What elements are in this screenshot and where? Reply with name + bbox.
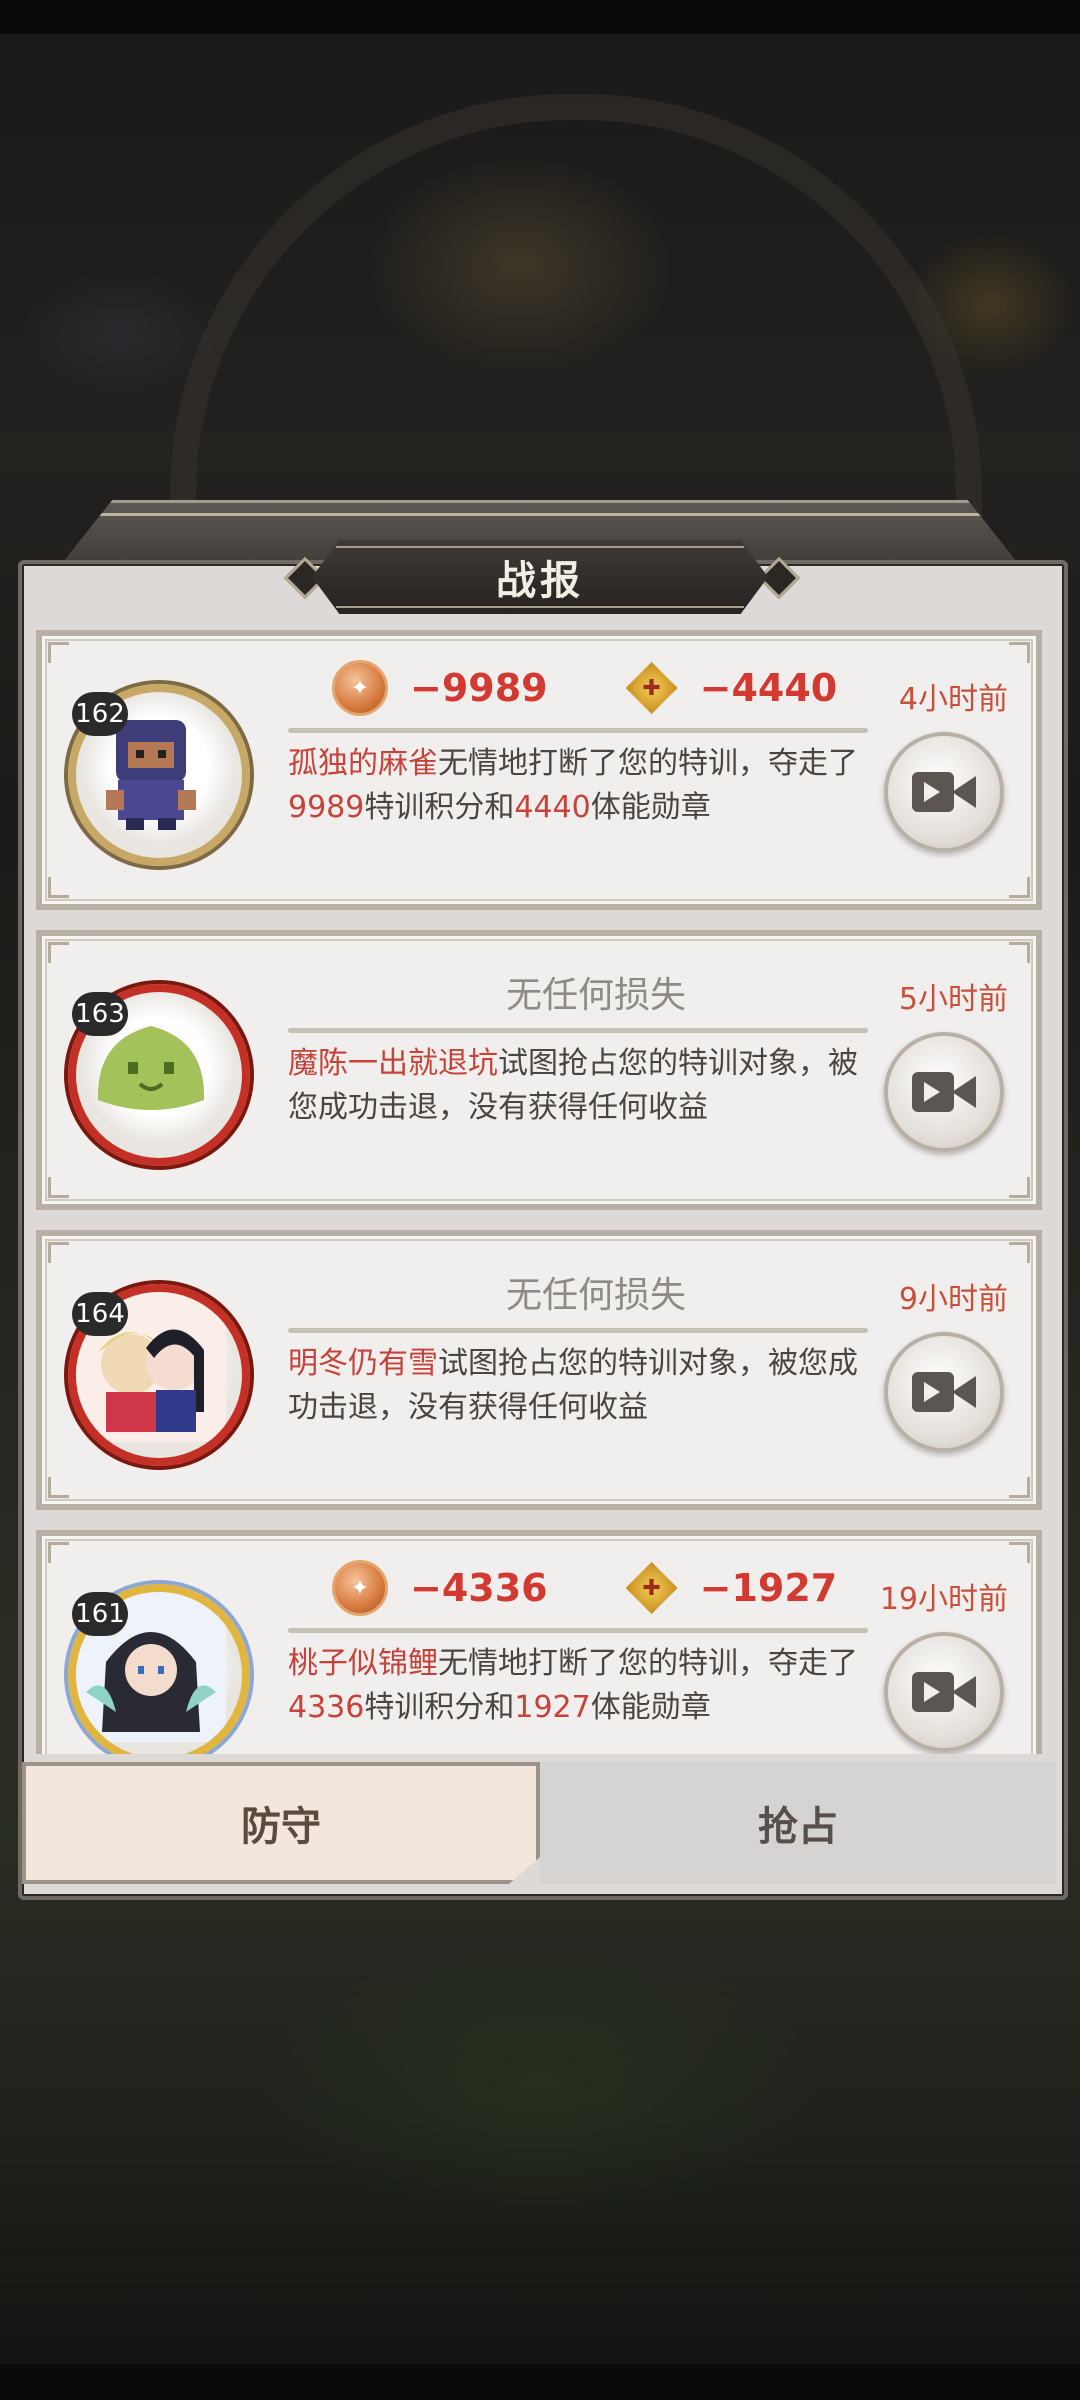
report-description: 孤独的麻雀无情地打断了您的特训，夺走了9989特训积分和4440体能勋章 <box>288 746 858 825</box>
tab-defend[interactable]: 防守 <box>22 1762 540 1884</box>
video-replay-icon <box>912 1672 976 1712</box>
report-time: 19小时前 <box>879 1582 1008 1617</box>
dialog-title-plate: 战报 <box>312 540 768 614</box>
loss-stats: ✦ −4336 ✚ −1927 <box>332 1558 837 1618</box>
report-time: 4小时前 <box>898 682 1008 717</box>
navigation-bar <box>0 2364 1080 2400</box>
tab-attack-label: 抢占 <box>758 1804 838 1850</box>
attacker-name[interactable]: 桃子似锦鲤 <box>288 1646 438 1681</box>
report-card: 161 ✦ −4336 ✚ −1927 桃子似锦鲤无情地打断了您的特训，夺走了4… <box>36 1530 1042 1754</box>
attacker-name[interactable]: 明冬仍有雪 <box>288 1346 438 1381</box>
video-replay-icon <box>912 1372 976 1412</box>
report-list[interactable]: 162 ✦ −9989 ✚ −4440 孤独的麻雀无情地打断了您的特训，夺走了9… <box>36 630 1044 1754</box>
video-replay-icon <box>912 1072 976 1112</box>
report-time: 9小时前 <box>898 1282 1008 1317</box>
no-loss-text: 无任何损失 <box>505 975 686 1016</box>
video-replay-icon <box>912 772 976 812</box>
report-description: 明冬仍有雪试图抢占您的特训对象，被您成功击退，没有获得任何收益 <box>288 1346 858 1425</box>
replay-button[interactable] <box>884 1632 1004 1752</box>
status-bar <box>0 0 1080 34</box>
attacker-name[interactable]: 魔陈一出就退坑 <box>288 1046 498 1081</box>
level-badge: 161 <box>72 1592 128 1636</box>
replay-button[interactable] <box>884 1332 1004 1452</box>
divider <box>288 1628 868 1633</box>
level-badge: 164 <box>72 1292 128 1336</box>
divider <box>288 1028 868 1033</box>
level-badge: 163 <box>72 992 128 1036</box>
medal-loss: −1927 <box>699 1566 838 1610</box>
attacker-name[interactable]: 孤独的麻雀 <box>288 746 438 781</box>
tab-attack[interactable]: 抢占 <box>540 1762 1056 1884</box>
divider <box>288 728 868 733</box>
points-loss: −4336 <box>410 1566 548 1610</box>
loss-stats: ✦ −9989 ✚ −4440 <box>332 658 837 718</box>
stamina-medal-icon: ✚ <box>625 662 678 714</box>
training-points-coin-icon: ✦ <box>332 660 388 716</box>
medal-loss: −4440 <box>699 666 838 710</box>
no-loss-text: 无任何损失 <box>505 1275 686 1316</box>
replay-button[interactable] <box>884 732 1004 852</box>
divider <box>288 1328 868 1333</box>
stamina-medal-icon: ✚ <box>625 1562 678 1614</box>
report-card: 164 无任何损失 明冬仍有雪试图抢占您的特训对象，被您成功击退，没有获得任何收… <box>36 1230 1042 1510</box>
tab-defend-label: 防守 <box>241 1804 321 1850</box>
level-badge: 162 <box>72 692 128 736</box>
report-description: 魔陈一出就退坑试图抢占您的特训对象，被您成功击退，没有获得任何收益 <box>288 1046 858 1125</box>
points-loss: −9989 <box>410 666 548 710</box>
replay-button[interactable] <box>884 1032 1004 1152</box>
report-card: 163 无任何损失 魔陈一出就退坑试图抢占您的特训对象，被您成功击退，没有获得任… <box>36 930 1042 1210</box>
report-card: 162 ✦ −9989 ✚ −4440 孤独的麻雀无情地打断了您的特训，夺走了9… <box>36 630 1042 910</box>
training-points-coin-icon: ✦ <box>332 1560 388 1616</box>
dialog-title: 战报 <box>496 558 584 604</box>
report-description: 桃子似锦鲤无情地打断了您的特训，夺走了4336特训积分和1927体能勋章 <box>288 1646 858 1725</box>
report-time: 5小时前 <box>898 982 1008 1017</box>
report-tabs: 防守 抢占 <box>22 1762 1056 1888</box>
